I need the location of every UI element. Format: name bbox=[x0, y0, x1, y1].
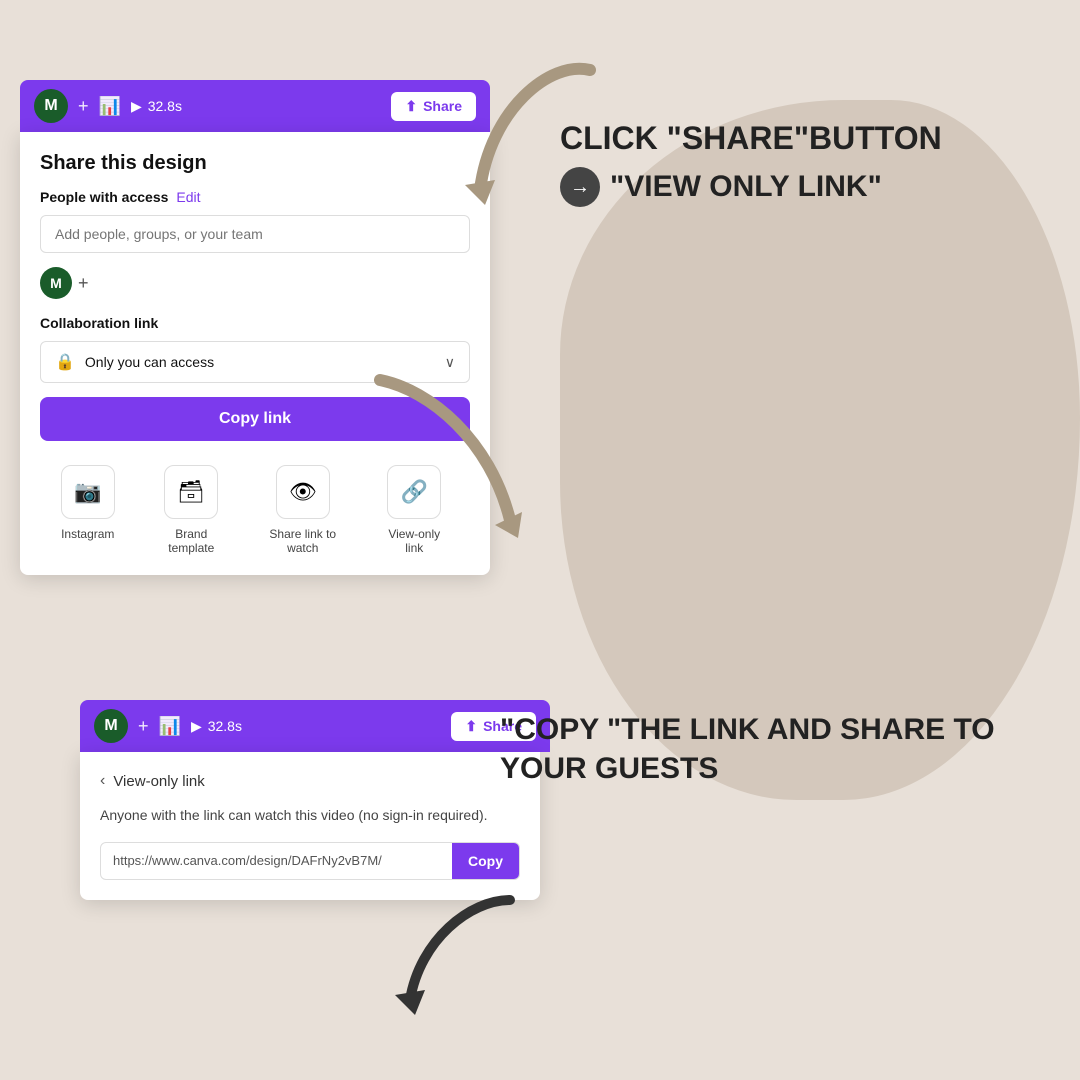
instagram-label: Instagram bbox=[61, 527, 114, 541]
avatar-small: M bbox=[40, 267, 72, 299]
share-link-watch-option[interactable]: 👁 Share link to watch bbox=[268, 465, 338, 555]
arrow-bottom-svg bbox=[370, 880, 530, 1025]
view-only-link-title: View-only link bbox=[113, 773, 204, 790]
canva-toolbar-bottom: M + 📊 ▶ 32.8s ⬆ Share bbox=[80, 700, 550, 752]
page-content: M + 📊 ▶ 32.8s ⬆ Share Share this design … bbox=[0, 0, 1080, 1080]
avatar-row: M + bbox=[40, 267, 470, 299]
instruction-top: CLICK "SHARE"BUTTON → "VIEW ONLY LINK" bbox=[560, 120, 942, 207]
back-row[interactable]: ‹ View-only link bbox=[100, 772, 520, 790]
link-row: https://www.canva.com/design/DAFrNy2vB7M… bbox=[100, 842, 520, 880]
bottom-instruction-text: "COPY "THE LINK AND SHARE TO YOUR GUESTS bbox=[500, 713, 995, 785]
avatar-bottom: M bbox=[94, 709, 128, 743]
chart-icon-bottom: 📊 bbox=[159, 716, 181, 737]
share-link-watch-label: Share link to watch bbox=[268, 527, 338, 555]
canva-toolbar-top: M + 📊 ▶ 32.8s ⬆ Share bbox=[20, 80, 490, 132]
bottom-instruction: "COPY "THE LINK AND SHARE TO YOUR GUESTS bbox=[500, 710, 1040, 788]
copy-button-small[interactable]: Copy bbox=[452, 843, 519, 879]
instruction-line1: CLICK "SHARE"BUTTON bbox=[560, 120, 942, 157]
arrow-top-svg bbox=[430, 50, 610, 235]
collab-label: Collaboration link bbox=[40, 315, 470, 331]
play-triangle-icon-bottom: ▶ bbox=[191, 718, 202, 735]
play-button-bottom[interactable]: ▶ 32.8s bbox=[191, 718, 242, 735]
plus-icon-bottom[interactable]: + bbox=[138, 716, 149, 737]
play-duration: 32.8s bbox=[148, 98, 182, 114]
share-icon-top: ⬆ bbox=[405, 98, 417, 115]
people-access-row: People with access Edit bbox=[40, 189, 470, 205]
instruction-line2: "VIEW ONLY LINK" bbox=[610, 170, 882, 204]
chart-icon: 📊 bbox=[99, 96, 121, 117]
brand-template-label: Brand template bbox=[156, 527, 226, 555]
avatar-top: M bbox=[34, 89, 68, 123]
bottom-section: M + 📊 ▶ 32.8s ⬆ Share ‹ View-only link A… bbox=[80, 700, 550, 900]
circle-arrow-row: → "VIEW ONLY LINK" bbox=[560, 167, 942, 207]
edit-link[interactable]: Edit bbox=[176, 189, 200, 205]
share-icon-bottom: ⬆ bbox=[465, 718, 477, 735]
instagram-option[interactable]: 📷 Instagram bbox=[61, 465, 115, 555]
plus-icon-top[interactable]: + bbox=[78, 96, 89, 117]
link-url-text: https://www.canva.com/design/DAFrNy2vB7M… bbox=[101, 843, 452, 878]
view-only-description: Anyone with the link can watch this vide… bbox=[100, 806, 520, 826]
share-panel-title: Share this design bbox=[40, 152, 470, 175]
watch-icon: 👁 bbox=[276, 465, 330, 519]
play-duration-bottom: 32.8s bbox=[208, 718, 242, 734]
instagram-icon: 📷 bbox=[61, 465, 115, 519]
brand-template-icon: 🗃 bbox=[164, 465, 218, 519]
play-triangle-icon: ▶ bbox=[131, 98, 142, 115]
people-access-label: People with access bbox=[40, 189, 168, 205]
add-people-input[interactable] bbox=[40, 215, 470, 253]
view-only-panel: ‹ View-only link Anyone with the link ca… bbox=[80, 752, 540, 900]
play-button-top[interactable]: ▶ 32.8s bbox=[131, 98, 182, 115]
brand-template-option[interactable]: 🗃 Brand template bbox=[156, 465, 226, 555]
back-chevron-icon: ‹ bbox=[100, 772, 105, 790]
lock-icon: 🔒 bbox=[55, 352, 75, 372]
arrow-mid-svg bbox=[350, 360, 550, 565]
add-person-icon[interactable]: + bbox=[78, 273, 89, 294]
